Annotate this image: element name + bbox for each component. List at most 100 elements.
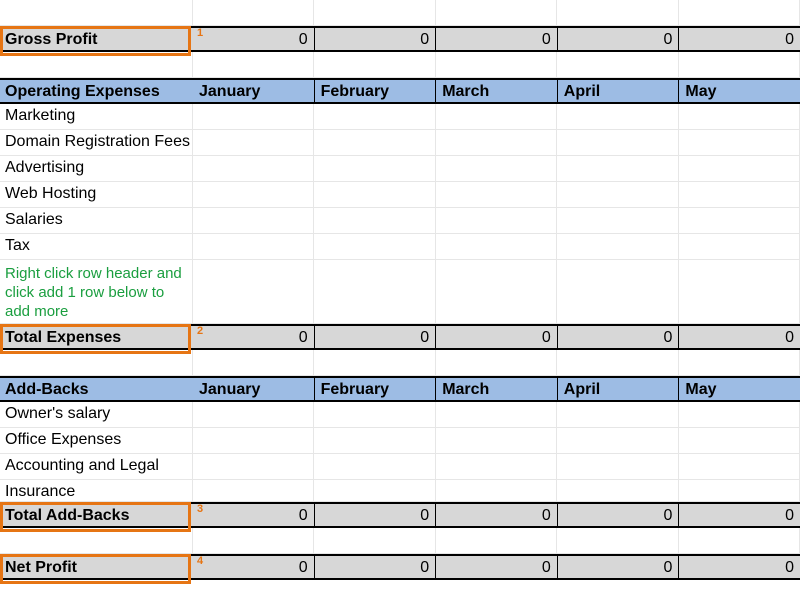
total-addbacks-label[interactable]: Total Add-Backs <box>0 504 193 526</box>
blank-cell[interactable] <box>0 0 193 26</box>
addback-cell[interactable] <box>314 402 435 428</box>
total-addbacks-cell[interactable]: 0 <box>436 504 558 526</box>
expense-cell[interactable] <box>679 130 800 156</box>
operating-expenses-heading[interactable]: Operating Expenses <box>0 80 193 102</box>
total-addbacks-cell[interactable]: 0 <box>679 504 800 526</box>
gross-profit-cell[interactable]: 0 <box>193 28 315 50</box>
month-header[interactable]: May <box>679 80 800 102</box>
blank-cell[interactable] <box>557 0 678 26</box>
blank-cell[interactable] <box>557 528 678 554</box>
month-header[interactable]: March <box>436 80 558 102</box>
net-profit-cell[interactable]: 0 <box>193 556 315 578</box>
expense-label[interactable]: Web Hosting <box>0 182 193 208</box>
hint-cell[interactable]: Right click row header and click add 1 r… <box>0 260 193 324</box>
addback-label[interactable]: Accounting and Legal <box>0 454 193 480</box>
addback-cell[interactable] <box>193 480 314 502</box>
expense-cell[interactable] <box>193 182 314 208</box>
blank-cell[interactable] <box>436 260 557 324</box>
expense-cell[interactable] <box>436 130 557 156</box>
addback-cell[interactable] <box>557 454 678 480</box>
blank-cell[interactable] <box>679 260 800 324</box>
gross-profit-label[interactable]: Gross Profit <box>0 28 193 50</box>
blank-cell[interactable] <box>436 350 557 376</box>
expense-cell[interactable] <box>436 234 557 260</box>
blank-cell[interactable] <box>193 350 314 376</box>
blank-cell[interactable] <box>436 528 557 554</box>
net-profit-cell[interactable]: 0 <box>436 556 558 578</box>
net-profit-cell[interactable]: 0 <box>315 556 437 578</box>
month-header[interactable]: February <box>315 80 437 102</box>
addback-cell[interactable] <box>193 454 314 480</box>
expense-cell[interactable] <box>557 182 678 208</box>
month-header[interactable]: February <box>315 378 437 400</box>
expense-cell[interactable] <box>557 104 678 130</box>
expense-cell[interactable] <box>193 208 314 234</box>
expense-cell[interactable] <box>679 104 800 130</box>
addback-label[interactable]: Office Expenses <box>0 428 193 454</box>
addback-cell[interactable] <box>314 428 435 454</box>
blank-cell[interactable] <box>314 260 435 324</box>
expense-cell[interactable] <box>557 234 678 260</box>
expense-cell[interactable] <box>314 208 435 234</box>
expense-cell[interactable] <box>314 234 435 260</box>
expense-label[interactable]: Tax <box>0 234 193 260</box>
addback-cell[interactable] <box>314 454 435 480</box>
gross-profit-cell[interactable]: 0 <box>315 28 437 50</box>
addbacks-heading[interactable]: Add-Backs <box>0 378 193 400</box>
addback-cell[interactable] <box>557 402 678 428</box>
blank-cell[interactable] <box>0 52 193 78</box>
expense-label[interactable]: Advertising <box>0 156 193 182</box>
blank-cell[interactable] <box>679 528 800 554</box>
expense-label[interactable]: Domain Registration Fees <box>0 130 193 156</box>
net-profit-cell[interactable]: 0 <box>679 556 800 578</box>
month-header[interactable]: May <box>679 378 800 400</box>
net-profit-cell[interactable]: 0 <box>558 556 680 578</box>
addback-cell[interactable] <box>679 454 800 480</box>
expense-cell[interactable] <box>436 156 557 182</box>
blank-cell[interactable] <box>314 350 435 376</box>
addback-cell[interactable] <box>557 428 678 454</box>
blank-cell[interactable] <box>557 350 678 376</box>
gross-profit-cell[interactable]: 0 <box>436 28 558 50</box>
addback-cell[interactable] <box>436 402 557 428</box>
expense-cell[interactable] <box>314 104 435 130</box>
blank-cell[interactable] <box>314 52 435 78</box>
blank-cell[interactable] <box>193 0 314 26</box>
addback-cell[interactable] <box>193 428 314 454</box>
addback-label[interactable]: Owner's salary <box>0 402 193 428</box>
total-expenses-cell[interactable]: 0 <box>558 326 680 348</box>
expense-cell[interactable] <box>679 156 800 182</box>
expense-cell[interactable] <box>557 208 678 234</box>
expense-cell[interactable] <box>193 130 314 156</box>
total-expenses-cell[interactable]: 0 <box>436 326 558 348</box>
month-header[interactable]: April <box>558 80 680 102</box>
expense-cell[interactable] <box>314 182 435 208</box>
blank-cell[interactable] <box>436 52 557 78</box>
blank-cell[interactable] <box>314 528 435 554</box>
blank-cell[interactable] <box>557 260 678 324</box>
addback-cell[interactable] <box>436 454 557 480</box>
expense-cell[interactable] <box>557 130 678 156</box>
blank-cell[interactable] <box>436 0 557 26</box>
total-addbacks-cell[interactable]: 0 <box>315 504 437 526</box>
expense-cell[interactable] <box>679 208 800 234</box>
blank-cell[interactable] <box>193 528 314 554</box>
blank-cell[interactable] <box>0 350 193 376</box>
expense-label[interactable]: Marketing <box>0 104 193 130</box>
blank-cell[interactable] <box>314 0 435 26</box>
addback-cell[interactable] <box>679 428 800 454</box>
month-header[interactable]: January <box>193 80 315 102</box>
total-expenses-cell[interactable]: 0 <box>679 326 800 348</box>
expense-cell[interactable] <box>314 156 435 182</box>
blank-cell[interactable] <box>557 52 678 78</box>
expense-cell[interactable] <box>436 104 557 130</box>
blank-cell[interactable] <box>679 52 800 78</box>
total-expenses-label[interactable]: Total Expenses <box>0 326 193 348</box>
blank-cell[interactable] <box>679 0 800 26</box>
total-expenses-cell[interactable]: 0 <box>315 326 437 348</box>
month-header[interactable]: March <box>436 378 558 400</box>
gross-profit-cell[interactable]: 0 <box>679 28 800 50</box>
total-addbacks-cell[interactable]: 0 <box>193 504 315 526</box>
month-header[interactable]: April <box>558 378 680 400</box>
addback-cell[interactable] <box>314 480 435 502</box>
